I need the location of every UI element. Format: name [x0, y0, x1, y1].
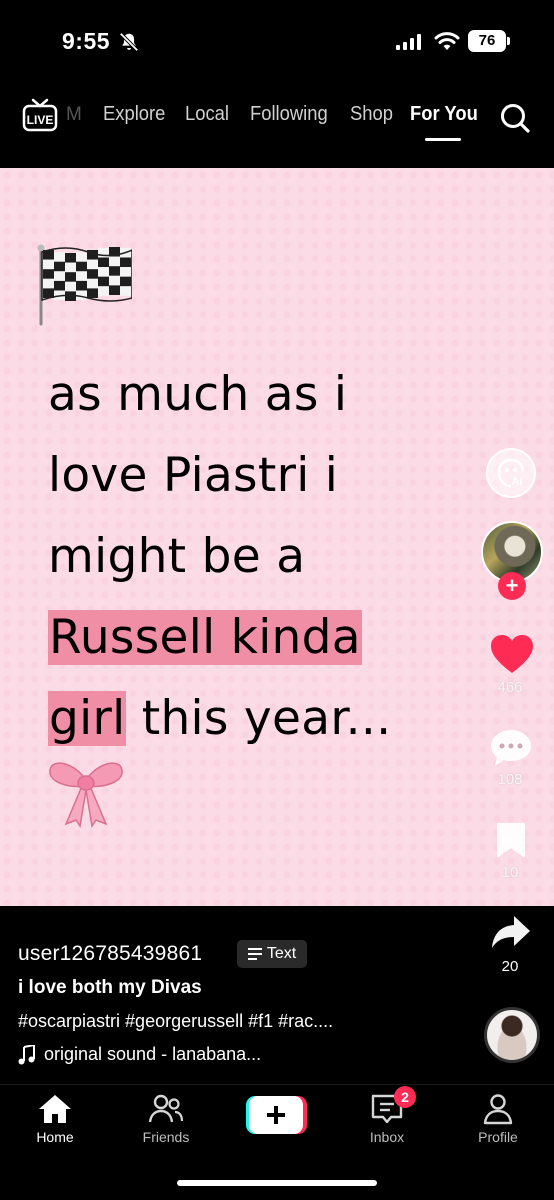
profile-icon — [483, 1094, 513, 1125]
nav-friends[interactable]: Friends — [126, 1093, 206, 1145]
battery-tip — [507, 37, 510, 45]
comment-count: 108 — [497, 771, 523, 788]
post-description: i love both my Divas — [18, 977, 202, 998]
ai-effect-button[interactable]: Ai — [486, 448, 536, 498]
like-count: 466 — [497, 679, 523, 696]
live-icon[interactable]: LIVE — [22, 98, 58, 132]
signal-icon — [396, 34, 421, 50]
pink-bow-icon — [49, 762, 123, 828]
create-button[interactable] — [246, 1096, 307, 1134]
status-time: 9:55 — [62, 28, 111, 54]
caption-line: love Piastri i — [48, 435, 488, 516]
inbox-badge: 2 — [394, 1086, 416, 1108]
text-chip-label: Text — [266, 945, 297, 962]
bell-muted-icon — [119, 32, 139, 52]
checkered-flag-icon — [37, 244, 132, 326]
sound-link[interactable]: original sound - lanabana... — [18, 1044, 261, 1065]
caption-text: this year... — [126, 691, 392, 746]
sound-name: original sound - lanabana... — [44, 1044, 262, 1064]
follow-button[interactable]: + — [498, 572, 526, 600]
search-icon[interactable] — [499, 102, 531, 134]
live-label: LIVE — [27, 113, 54, 127]
battery-level: 76 — [478, 32, 496, 49]
share-icon[interactable] — [490, 914, 532, 950]
bookmark-icon[interactable] — [495, 821, 527, 859]
nav-home-label: Home — [36, 1129, 74, 1145]
text-mode-chip[interactable]: Text — [237, 940, 307, 968]
music-note-icon — [18, 1044, 35, 1064]
caption-line: girl this year... — [48, 678, 488, 759]
video-player[interactable]: as much as i love Piastri i might be a R… — [0, 168, 554, 906]
home-indicator — [177, 1180, 377, 1186]
caption-text: as much as i — [48, 367, 348, 422]
caption-highlight: girl — [48, 691, 127, 746]
caption-text: love Piastri i — [48, 448, 339, 503]
video-caption: as much as i love Piastri i might be a R… — [48, 354, 488, 759]
sound-disc[interactable] — [484, 1007, 540, 1063]
share-count: 20 — [501, 958, 519, 975]
friends-icon — [148, 1094, 184, 1123]
caption-line: as much as i — [48, 354, 488, 435]
text-lines-icon — [247, 948, 262, 960]
ai-face-icon: Ai — [497, 458, 525, 488]
comment-icon[interactable] — [489, 728, 533, 768]
home-icon — [39, 1095, 71, 1123]
battery-icon: 76 — [468, 30, 506, 52]
post-hashtags[interactable]: #oscarpiastri #georgerussell #f1 #rac...… — [18, 1011, 333, 1032]
tab-shop[interactable]: Shop — [350, 103, 393, 126]
caption-line: Russell kinda — [48, 597, 488, 678]
svg-text:Ai: Ai — [512, 476, 523, 488]
nav-profile[interactable]: Profile — [458, 1093, 538, 1145]
wifi-icon — [434, 32, 460, 50]
nav-inbox-label: Inbox — [369, 1129, 405, 1145]
caption-highlight: Russell kinda — [48, 610, 362, 665]
top-nav: LIVE M Explore Local Following Shop For … — [0, 80, 554, 168]
tab-local[interactable]: Local — [185, 103, 229, 126]
active-tab-indicator — [425, 138, 461, 141]
caption-line: might be a — [48, 516, 488, 597]
heart-icon[interactable] — [489, 633, 535, 675]
status-bar: 9:55 76 — [0, 0, 554, 80]
tab-hidden[interactable]: M — [66, 104, 82, 126]
nav-friends-label: Friends — [142, 1129, 190, 1145]
tab-following[interactable]: Following — [250, 103, 328, 126]
caption-text: might be a — [48, 529, 306, 584]
nav-home[interactable]: Home — [15, 1093, 95, 1145]
tab-explore[interactable]: Explore — [103, 103, 165, 126]
nav-profile-label: Profile — [478, 1129, 518, 1145]
tab-for-you[interactable]: For You — [410, 103, 478, 126]
save-count: 10 — [501, 864, 519, 881]
author-username[interactable]: user126785439861 — [18, 942, 202, 966]
